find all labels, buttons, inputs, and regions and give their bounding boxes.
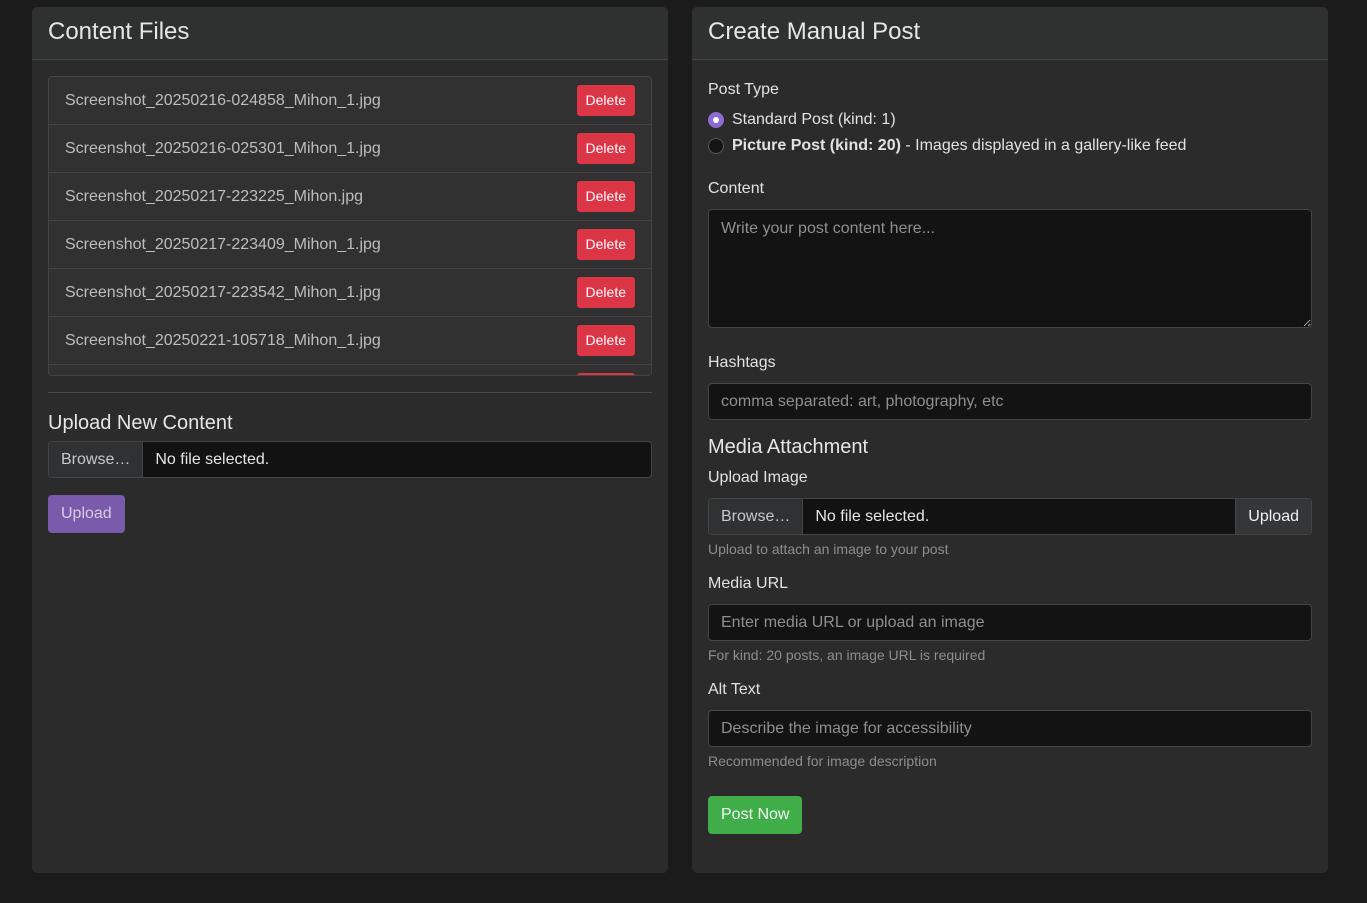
content-files-body: Screenshot_20250216-024858_Mihon_1.jpg De… (32, 60, 668, 549)
radio-standard-label: Standard Post (kind: 1) (732, 111, 896, 128)
content-field: Content (708, 179, 1312, 333)
hashtags-input[interactable] (708, 383, 1312, 420)
alt-text-help-text: Recommended for image description (708, 753, 937, 769)
file-name: Screenshot_20250217-223542_Mihon_1.jpg (65, 283, 381, 301)
delete-button[interactable]: Delete (576, 277, 635, 308)
post-type-label: Post Type (708, 81, 779, 98)
delete-button[interactable]: Delete (576, 133, 635, 164)
content-textarea[interactable] (708, 209, 1312, 328)
hashtags-label: Hashtags (708, 354, 776, 371)
hashtags-field: Hashtags (708, 353, 1312, 420)
alt-text-input[interactable] (708, 710, 1312, 747)
file-row: Screenshot_20250217-223225_Mihon.jpg Dele… (49, 173, 651, 221)
file-row: Screenshot_20250221-105718_Mihon_1.jpg De… (49, 317, 651, 365)
delete-button[interactable]: Delete (576, 181, 635, 212)
media-section-title: Media Attachment (708, 436, 869, 458)
content-file-input[interactable]: Browse… No file selected. (48, 441, 652, 478)
radio-picture-label: Picture Post (kind: 20) - Images display… (732, 137, 1186, 155)
post-now-button[interactable]: Post Now (708, 796, 803, 834)
file-row: Screenshot_20250217-223409_Mihon_1.jpg De… (49, 221, 651, 269)
upload-image-label: Upload Image (708, 469, 808, 486)
media-url-label: Media URL (708, 575, 789, 592)
create-post-card: Create Manual Post Post Type Standard Po… (692, 7, 1328, 873)
delete-button-partial[interactable] (577, 373, 635, 375)
radio-checked-icon[interactable] (708, 112, 724, 128)
media-url-help-text: For kind: 20 posts, an image URL is requ… (708, 647, 986, 663)
radio-picture-post[interactable]: Picture Post (kind: 20) - Images display… (708, 133, 1312, 159)
media-url-field: Media URL For kind: 20 posts, an image U… (708, 574, 1312, 664)
radio-unchecked-icon[interactable] (708, 138, 724, 154)
media-url-input[interactable] (708, 604, 1312, 641)
image-browse-button[interactable]: Browse… (709, 499, 804, 534)
radio-picture-desc: - Images displayed in a gallery-like fee… (900, 137, 1187, 154)
create-post-title: Create Manual Post (708, 18, 921, 45)
content-files-header: Content Files (32, 7, 668, 60)
content-files-title: Content Files (48, 18, 190, 45)
delete-button[interactable]: Delete (576, 85, 635, 116)
file-status: No file selected. (155, 450, 270, 468)
image-file-status: No file selected. (815, 507, 930, 525)
delete-button[interactable]: Delete (576, 229, 635, 260)
file-name: Screenshot_20250217-223225_Mihon.jpg (65, 187, 364, 205)
post-type-field: Post Type Standard Post (kind: 1) Pictur… (708, 80, 1312, 159)
file-name: Screenshot_20250216-024858_Mihon_1.jpg (65, 91, 381, 109)
file-row: Screenshot_20250217-223542_Mihon_1.jpg De… (49, 269, 651, 317)
file-name: Screenshot_20250217-223409_Mihon_1.jpg (65, 235, 381, 253)
image-upload-button[interactable]: Upload (1235, 499, 1311, 534)
content-label: Content (708, 180, 765, 197)
alt-text-field: Alt Text Recommended for image descripti… (708, 680, 1312, 770)
file-name: Screenshot_20250216-025301_Mihon_1.jpg (65, 139, 381, 157)
radio-standard-post[interactable]: Standard Post (kind: 1) (708, 107, 1312, 133)
file-list[interactable]: Screenshot_20250216-024858_Mihon_1.jpg De… (48, 76, 652, 376)
file-row: Screenshot_20250216-024858_Mihon_1.jpg De… (49, 77, 651, 125)
upload-content-button[interactable]: Upload (48, 495, 125, 533)
upload-section-title: Upload New Content (48, 412, 233, 434)
browse-button[interactable]: Browse… (49, 442, 144, 477)
file-row-partial (49, 365, 651, 375)
radio-picture-bold: Picture Post (kind: 20) (732, 137, 901, 154)
upload-help-text: Upload to attach an image to your post (708, 541, 949, 557)
create-post-body: Post Type Standard Post (kind: 1) Pictur… (692, 60, 1328, 850)
alt-text-label: Alt Text (708, 681, 761, 698)
upload-image-field: Upload Image Browse… No file selected. U… (708, 468, 1312, 558)
file-name: Screenshot_20250221-105718_Mihon_1.jpg (65, 331, 381, 349)
create-post-header: Create Manual Post (692, 7, 1328, 60)
delete-button[interactable]: Delete (576, 325, 635, 356)
content-files-card: Content Files Screenshot_20250216-024858… (32, 7, 668, 873)
image-file-input[interactable]: Browse… No file selected. Upload (708, 498, 1312, 535)
file-row: Screenshot_20250216-025301_Mihon_1.jpg De… (49, 125, 651, 173)
divider (48, 392, 652, 393)
